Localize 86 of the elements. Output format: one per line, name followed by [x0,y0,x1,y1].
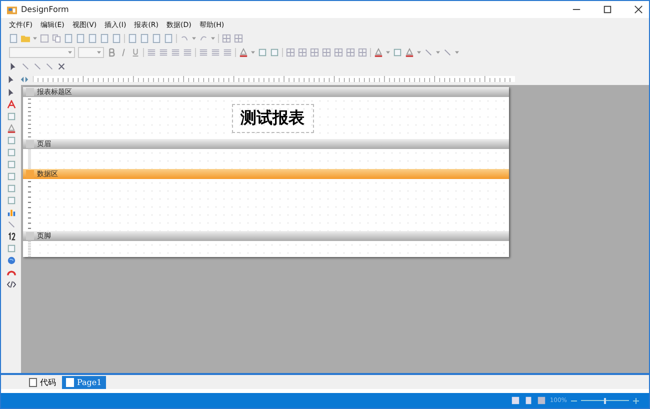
grid-icon[interactable] [322,48,331,56]
italic-icon[interactable] [119,48,128,56]
fit-page-icon[interactable] [510,396,520,405]
square-icon[interactable] [6,148,16,157]
grid-icon[interactable] [310,48,319,56]
globe-icon[interactable] [6,256,16,265]
caret-icon[interactable] [436,50,440,54]
square-icon[interactable] [6,196,16,205]
square-icon[interactable] [6,160,16,169]
caret-icon[interactable] [251,50,255,54]
grid-icon[interactable] [298,48,307,56]
page-icon[interactable] [524,396,533,405]
square-icon[interactable] [6,172,16,181]
document-icon[interactable] [9,34,18,42]
square-icon[interactable] [6,244,16,253]
tab[interactable]: Page1 [62,376,106,389]
line-icon[interactable] [45,62,54,70]
align-icon[interactable] [199,48,208,56]
band-toggle-icon[interactable] [26,88,34,96]
copy-icon[interactable] [52,34,61,42]
grid-icon[interactable] [346,48,355,56]
band-toggle-icon[interactable] [26,170,34,178]
line-icon[interactable] [6,220,16,229]
square-icon[interactable] [393,48,402,56]
grid-icon[interactable] [536,396,546,405]
square-icon[interactable] [6,184,16,193]
line-icon[interactable] [443,48,452,56]
vertical-ruler-drawing [28,241,31,257]
square-icon[interactable] [6,136,16,145]
line-icon[interactable] [424,48,433,56]
app-icon [7,4,17,14]
paint-icon[interactable] [405,48,414,56]
align-icon[interactable] [147,48,156,56]
band-toggle-icon[interactable] [26,232,34,240]
zoom-out-icon[interactable] [571,398,577,404]
number-icon[interactable] [6,232,16,241]
tab[interactable]: 代码 [25,376,60,389]
caret-icon [68,50,72,54]
zoom-slider[interactable] [581,396,629,404]
paint-icon[interactable] [374,48,383,56]
align-icon[interactable] [159,48,168,56]
band-toggle-icon[interactable] [26,140,34,148]
caret-icon[interactable] [211,36,215,40]
caret-icon[interactable] [386,50,390,54]
bold-icon[interactable] [107,48,116,56]
square-icon[interactable] [258,48,267,56]
align-icon[interactable] [223,48,232,56]
caret-icon [97,50,101,54]
square-icon[interactable] [6,112,16,121]
underline-icon[interactable] [131,48,140,56]
vertical-ruler-drawing [28,149,31,169]
caret-icon[interactable] [417,50,421,54]
maximize-icon[interactable] [603,5,612,14]
align-icon[interactable] [183,48,192,56]
paint-icon[interactable] [6,124,16,133]
vertical-ruler-drawing [28,179,31,231]
line-icon[interactable] [21,62,30,70]
undo-icon[interactable] [180,34,189,42]
bar-chart-icon[interactable] [6,208,16,217]
align-icon[interactable] [171,48,180,56]
grid-icon[interactable] [286,48,295,56]
grid-icon[interactable] [334,48,343,56]
grid-icon[interactable] [234,34,243,42]
close-icon[interactable] [634,5,643,14]
paint-icon[interactable] [239,48,248,56]
folder-icon[interactable] [21,34,30,42]
font-size-dropdown[interactable] [78,46,104,58]
report-title-text[interactable]: 测试报表 [232,104,314,132]
code-icon[interactable] [6,280,16,289]
caret-icon[interactable] [455,50,459,54]
grid-icon[interactable] [358,48,367,56]
vertical-ruler-drawing [28,97,31,139]
grid-icon[interactable] [222,34,231,42]
zoom-in-icon[interactable] [633,398,639,404]
caret-icon[interactable] [33,36,37,40]
page-icon [66,378,74,387]
window-title: DesignForm [21,5,69,14]
gauge-icon[interactable] [6,268,16,277]
letter-icon[interactable] [6,100,16,109]
delete-icon[interactable] [57,62,66,70]
line-icon[interactable] [33,62,42,70]
redo-icon[interactable] [199,34,208,42]
caret-icon[interactable] [192,36,196,40]
square-icon[interactable] [270,48,279,56]
align-icon[interactable] [211,48,220,56]
page-icon [29,378,37,387]
